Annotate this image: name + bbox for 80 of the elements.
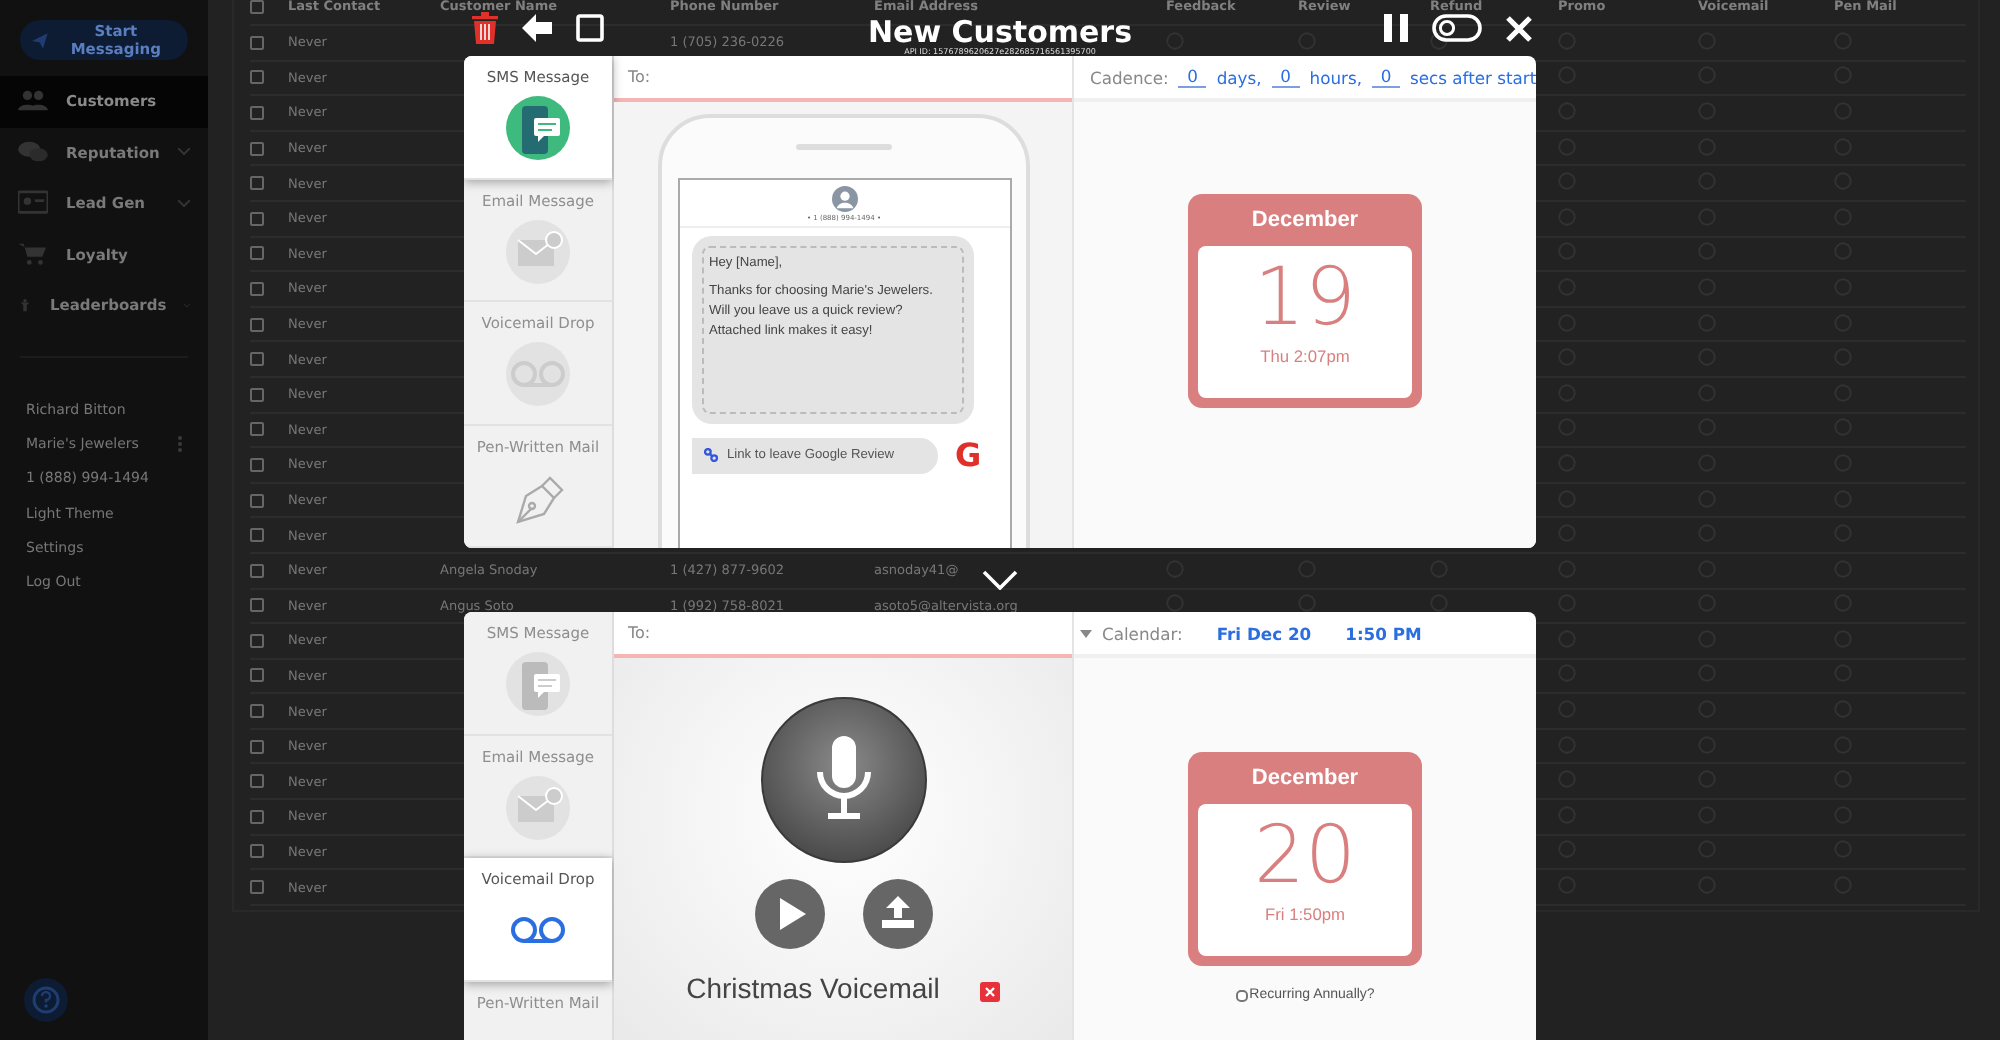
schedule-label: Cadence: [1090,67,1169,87]
schedule-label: Calendar: [1102,623,1183,643]
unit-label: hours, [1309,67,1362,87]
number-field[interactable]: 0 [1178,66,1207,88]
people-icon [18,88,48,115]
back-arrow-icon[interactable] [522,14,552,42]
circle-icon[interactable] [1166,594,1184,613]
paper-plane-icon [32,31,48,49]
toggle-icon[interactable] [1432,14,1482,42]
checkbox[interactable] [250,739,264,754]
checkbox[interactable] [250,317,264,332]
circle-icon[interactable] [1298,594,1316,613]
checkbox[interactable] [250,493,264,508]
checkbox[interactable] [250,704,264,719]
recording-name: Christmas Voicemail [686,972,940,1004]
unit-label: secs after start [1410,67,1536,87]
chat-icon [18,139,48,166]
checkbox[interactable] [250,598,264,613]
checkbox[interactable] [250,633,264,648]
envelope-icon [506,775,570,839]
checkbox[interactable] [250,457,264,472]
pause-icon[interactable] [1384,14,1408,42]
checkbox[interactable] [250,809,264,824]
square-icon[interactable] [576,14,604,42]
checkbox[interactable] [250,141,264,156]
checkbox[interactable] [250,0,264,14]
voicemail-icon [506,342,570,406]
checkbox[interactable] [250,422,264,437]
calendar-caption: Thu 2:07pm [1260,346,1350,366]
help-icon[interactable] [24,978,68,1022]
checkbox[interactable] [250,563,264,578]
date-value[interactable]: Fri Dec 20 [1216,623,1312,643]
upload-button[interactable] [861,878,933,950]
number-field[interactable]: 0 [1271,66,1300,88]
id-card-icon [18,190,48,217]
checkbox[interactable] [250,281,264,296]
link-icon [703,448,717,462]
envelope-icon [506,219,570,283]
close-icon [979,982,1000,1002]
microphone-button[interactable] [759,696,927,864]
checkbox[interactable] [250,246,264,261]
site-letter-label: G [955,436,982,474]
checkbox[interactable] [250,387,264,402]
calendar-month: December [1249,206,1361,236]
checkbox[interactable] [250,528,264,543]
chevron-down-icon[interactable] [982,570,1018,590]
time-value[interactable]: 1:50 PM [1345,623,1422,643]
checkbox[interactable] [250,176,264,191]
number-field[interactable]: 0 [1372,66,1400,88]
checkbox[interactable] [250,668,264,683]
calendar-day: 20 [1254,808,1356,904]
calendar-caption: Fri 1:50pm [1264,904,1346,924]
calendar-day: 19 [1254,250,1356,346]
circle-icon[interactable] [1430,594,1448,613]
checkbox[interactable] [250,880,264,895]
checkbox[interactable] [250,774,264,789]
phone-message-icon [506,652,570,716]
checkbox[interactable] [250,211,264,226]
checkbox[interactable] [250,35,264,50]
chevron-down-icon [178,199,190,208]
checkbox[interactable] [250,352,264,367]
delete-button[interactable] [979,978,1000,998]
checkbox[interactable] [250,844,264,859]
unit-label: days, [1216,67,1262,87]
checkbox[interactable] [1235,989,1248,1001]
upload-icon [861,878,933,950]
circle-icon[interactable] [1430,31,1448,50]
play-icon [753,878,825,950]
caret-icon[interactable] [1080,629,1092,637]
checkbox[interactable] [250,70,264,85]
play-button[interactable] [753,878,825,950]
phone-message-icon [506,96,570,160]
trash-icon[interactable] [472,12,498,44]
checkbox[interactable] [250,105,264,120]
chevron-down-icon [178,148,190,157]
calendar-month: December [1249,764,1361,794]
dialog-title: New Customers [867,17,1133,45]
cart-icon [18,241,48,268]
avatar-icon [831,186,857,212]
close-icon[interactable] [1506,15,1532,41]
